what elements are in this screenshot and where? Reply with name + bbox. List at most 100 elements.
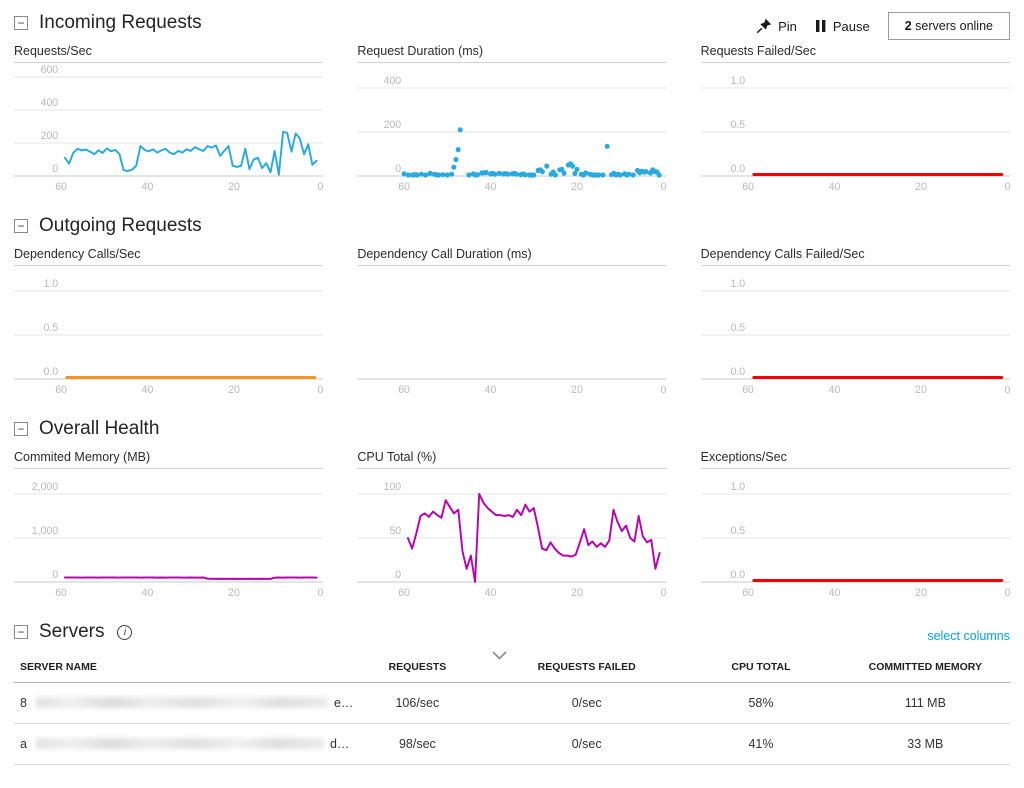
requests-per-sec-plot: 60040020006040200 <box>14 63 323 199</box>
svg-text:20: 20 <box>228 384 240 396</box>
svg-text:0: 0 <box>661 181 667 193</box>
svg-text:0.0: 0.0 <box>730 366 745 378</box>
servers-online-count: 2 <box>905 19 912 33</box>
select-columns-link[interactable]: select columns <box>927 629 1010 643</box>
dependency-duration-plot: 6040200 <box>357 266 666 402</box>
svg-text:60: 60 <box>742 587 754 599</box>
info-icon[interactable]: i <box>117 625 132 640</box>
server-row-2[interactable]: ad… 98/sec 0/sec 41% 33 MB <box>14 724 1010 765</box>
top-row: − Incoming Requests Pin <box>14 6 1010 44</box>
pause-label: Pause <box>833 19 870 34</box>
requests-failed-plot: 1.00.50.06040200 <box>701 63 1010 199</box>
exceptions-plot: 1.00.50.06040200 <box>701 469 1010 605</box>
svg-text:20: 20 <box>571 181 583 193</box>
server-name-cell: 8e… <box>14 683 343 724</box>
col-header-cpu-total[interactable]: CPU TOTAL <box>681 647 840 683</box>
requests-cell: 98/sec <box>343 724 492 765</box>
svg-text:20: 20 <box>915 181 927 193</box>
svg-text:60: 60 <box>742 181 754 193</box>
svg-text:100: 100 <box>384 481 402 493</box>
svg-text:0.0: 0.0 <box>44 366 59 378</box>
servers-head-left: − Servers i <box>14 621 132 643</box>
servers-table: SERVER NAME REQUESTS REQUESTS FAILED CPU… <box>14 647 1010 765</box>
server-name-prefix: 8 <box>20 696 27 710</box>
committed-memory-cell: 33 MB <box>841 724 1010 765</box>
svg-text:20: 20 <box>571 384 583 396</box>
outgoing-charts-row: Dependency Calls/Sec 1.00.50.06040200 De… <box>14 247 1010 402</box>
incoming-requests-title: Incoming Requests <box>39 12 202 34</box>
chart-cpu-total: CPU Total (%) 1005006040200 <box>357 450 666 605</box>
svg-text:60: 60 <box>55 384 67 396</box>
collapse-health-icon[interactable]: − <box>14 422 28 436</box>
committed-memory-plot: 2,0001,00006040200 <box>14 469 323 605</box>
svg-text:0.5: 0.5 <box>730 322 745 334</box>
servers-title: Servers <box>39 621 104 643</box>
chart-committed-memory: Commited Memory (MB) 2,0001,00006040200 <box>14 450 323 605</box>
svg-text:60: 60 <box>399 181 411 193</box>
svg-text:1,000: 1,000 <box>32 525 58 537</box>
section-head-outgoing: − Outgoing Requests <box>14 215 1010 237</box>
col-header-requests[interactable]: REQUESTS <box>343 647 492 683</box>
col-header-server-name[interactable]: SERVER NAME <box>14 647 343 683</box>
collapse-incoming-icon[interactable]: − <box>14 16 28 30</box>
chart-title: Dependency Calls Failed/Sec <box>701 247 1010 266</box>
server-name-prefix: a <box>20 737 27 751</box>
pause-button[interactable]: Pause <box>815 19 870 34</box>
svg-text:20: 20 <box>571 587 583 599</box>
svg-text:0.5: 0.5 <box>730 525 745 537</box>
svg-text:40: 40 <box>828 384 840 396</box>
svg-text:20: 20 <box>915 587 927 599</box>
chart-exceptions: Exceptions/Sec 1.00.50.06040200 <box>701 450 1010 605</box>
col-header-requests-failed[interactable]: REQUESTS FAILED <box>492 647 681 683</box>
svg-text:60: 60 <box>742 384 754 396</box>
svg-text:0.0: 0.0 <box>730 163 745 175</box>
svg-text:60: 60 <box>399 587 411 599</box>
requests-failed-cell: 0/sec <box>492 683 681 724</box>
svg-text:1.0: 1.0 <box>44 278 59 290</box>
requests-failed-cell: 0/sec <box>492 724 681 765</box>
outgoing-requests-title: Outgoing Requests <box>39 215 202 237</box>
collapse-outgoing-icon[interactable]: − <box>14 219 28 233</box>
section-head-incoming: − Incoming Requests <box>14 12 202 34</box>
chart-title: Exceptions/Sec <box>701 450 1010 469</box>
chevron-down-icon[interactable] <box>492 647 507 665</box>
chart-title: Commited Memory (MB) <box>14 450 323 469</box>
svg-text:0: 0 <box>661 384 667 396</box>
live-metrics-page: − Incoming Requests Pin <box>0 0 1024 785</box>
chart-requests-failed: Requests Failed/Sec 1.00.50.06040200 <box>701 44 1010 199</box>
svg-text:0: 0 <box>52 163 58 175</box>
health-charts-row: Commited Memory (MB) 2,0001,00006040200 … <box>14 450 1010 605</box>
svg-text:200: 200 <box>384 119 402 131</box>
cpu-total-cell: 58% <box>681 683 840 724</box>
svg-text:0: 0 <box>318 384 324 396</box>
svg-text:50: 50 <box>390 525 402 537</box>
collapse-servers-icon[interactable]: − <box>14 625 28 639</box>
redacted-server-name <box>36 697 328 708</box>
chart-requests-per-sec: Requests/Sec 60040020006040200 <box>14 44 323 199</box>
requests-cell: 106/sec <box>343 683 492 724</box>
svg-text:0: 0 <box>318 587 324 599</box>
pin-button[interactable]: Pin <box>756 18 797 34</box>
col-header-committed-memory[interactable]: COMMITTED MEMORY <box>841 647 1010 683</box>
svg-text:0: 0 <box>1004 384 1010 396</box>
svg-text:40: 40 <box>142 384 154 396</box>
server-name-suffix: e… <box>334 696 353 710</box>
svg-text:400: 400 <box>41 97 59 109</box>
chart-title: Requests/Sec <box>14 44 323 63</box>
svg-text:200: 200 <box>41 130 59 142</box>
servers-online-button[interactable]: 2 servers online <box>888 12 1010 40</box>
chart-dependency-duration: Dependency Call Duration (ms) 6040200 <box>357 247 666 402</box>
committed-memory-cell: 111 MB <box>841 683 1010 724</box>
svg-text:40: 40 <box>828 181 840 193</box>
svg-text:0.5: 0.5 <box>730 119 745 131</box>
server-row-1[interactable]: 8e… 106/sec 0/sec 58% 111 MB <box>14 683 1010 724</box>
svg-text:0: 0 <box>1004 587 1010 599</box>
svg-text:40: 40 <box>485 181 497 193</box>
chart-title: Dependency Call Duration (ms) <box>357 247 666 266</box>
server-name-cell: ad… <box>14 724 343 765</box>
cpu-total-cell: 41% <box>681 724 840 765</box>
chart-title: CPU Total (%) <box>357 450 666 469</box>
svg-text:400: 400 <box>384 75 402 87</box>
svg-text:0: 0 <box>661 587 667 599</box>
dependency-failed-plot: 1.00.50.06040200 <box>701 266 1010 402</box>
